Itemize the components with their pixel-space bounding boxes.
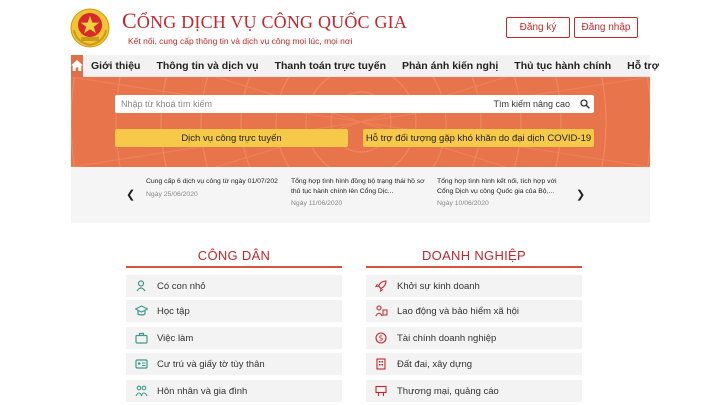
list-item-label: Đất đai, xây dựng: [397, 358, 473, 370]
list-item-label: Cư trú và giấy tờ tùy thân: [157, 358, 265, 370]
baby-icon: [134, 279, 148, 293]
nav-item-info-services[interactable]: Thông tin và dịch vụ: [148, 60, 266, 72]
nav-item-support[interactable]: Hỗ trợ: [619, 60, 667, 72]
citizen-section-divider: [126, 266, 342, 268]
briefcase-icon: [134, 331, 148, 345]
list-item-label: Học tập: [157, 305, 190, 317]
news-item[interactable]: Cung cấp 6 dịch vụ công từ ngày 01/07/20…: [146, 177, 282, 198]
business-section-title[interactable]: DOANH NGHIỆP: [366, 248, 582, 263]
business-item-land-construction[interactable]: Đất đai, xây dựng: [366, 353, 582, 375]
citizen-item-education[interactable]: Học tập: [126, 300, 342, 322]
chevron-left-icon[interactable]: ❮: [126, 188, 135, 201]
list-item-label: Khởi sự kinh doanh: [397, 280, 480, 292]
business-section-divider: [366, 266, 582, 268]
list-item-label: Việc làm: [157, 332, 194, 344]
site-header: CỔNG DỊCH VỤ CÔNG QUỐC GIA Kết nối, cung…: [0, 0, 720, 52]
nav-item-online-payment[interactable]: Thanh toán trực tuyến: [267, 60, 394, 72]
nav-item-about[interactable]: Giới thiệu: [83, 60, 148, 72]
main-nav: Giới thiệu Thông tin và dịch vụ Thanh to…: [71, 54, 659, 77]
chevron-right-icon[interactable]: ❯: [576, 188, 585, 201]
news-title: Tổng hợp tình hình kết nối, tích hợp với…: [437, 178, 557, 195]
advanced-search-link[interactable]: Tìm kiếm nâng cao: [487, 99, 576, 109]
search-bar: Tìm kiếm nâng cao: [115, 95, 594, 113]
list-item-label: Có con nhỏ: [157, 280, 206, 292]
graduation-cap-icon: [134, 304, 148, 318]
portal-title-rest: ỔNG DỊCH VỤ CÔNG QUỐC GIA: [136, 12, 408, 32]
citizen-item-employment[interactable]: Việc làm: [126, 327, 342, 349]
portal-title[interactable]: CỔNG DỊCH VỤ CÔNG QUỐC GIA: [122, 8, 407, 34]
list-item-label: Thương mại, quảng cáo: [397, 385, 499, 397]
news-item[interactable]: Tổng hợp tình hình đồng bộ trạng thái hồ…: [291, 177, 427, 207]
portal-title-initial: C: [122, 8, 137, 33]
home-button[interactable]: [71, 54, 83, 77]
news-carousel: ❮ Cung cấp 6 dịch vụ công từ ngày 01/07/…: [71, 167, 650, 223]
building-icon: [374, 357, 388, 371]
news-title: Cung cấp 6 dịch vụ công từ ngày 01/07/20…: [146, 178, 278, 185]
news-date: Ngày 25/06/2020: [146, 190, 198, 198]
news-title: Tổng hợp tình hình đồng bộ trạng thái hồ…: [291, 178, 425, 195]
business-item-startup[interactable]: Khởi sự kinh doanh: [366, 275, 582, 297]
list-item-label: Tài chính doanh nghiệp: [397, 332, 497, 344]
search-icon[interactable]: [576, 95, 594, 113]
news-item[interactable]: Tổng hợp tình hình kết nối, tích hợp với…: [437, 177, 573, 207]
portal-tagline: Kết nối, cung cấp thông tin và dịch vụ c…: [128, 36, 353, 46]
online-services-button[interactable]: Dịch vụ công trực tuyến: [115, 129, 348, 147]
business-item-finance[interactable]: $ Tài chính doanh nghiệp: [366, 327, 582, 349]
register-button[interactable]: Đăng ký: [506, 17, 570, 38]
rocket-icon: [374, 279, 388, 293]
home-icon: [71, 60, 83, 71]
money-icon: $: [374, 331, 388, 345]
search-input[interactable]: [115, 96, 488, 112]
citizen-item-family[interactable]: Hôn nhân và gia đình: [126, 380, 342, 402]
citizen-item-child[interactable]: Có con nhỏ: [126, 275, 342, 297]
news-date: Ngày 11/06/2020: [291, 200, 343, 208]
svg-text:$: $: [379, 334, 384, 343]
hero-banner: Tìm kiếm nâng cao Dịch vụ công trực tuyế…: [71, 77, 650, 167]
bronze-drum-pattern: [71, 77, 650, 167]
business-item-trade-advertising[interactable]: Thương mại, quảng cáo: [366, 380, 582, 402]
list-item-label: Hôn nhân và gia đình: [157, 385, 248, 397]
list-item-label: Lao động và bảo hiểm xã hội: [397, 305, 520, 317]
nav-item-feedback[interactable]: Phản ánh kiến nghị: [394, 60, 506, 72]
login-button[interactable]: Đăng nhập: [574, 17, 638, 38]
citizen-item-residence[interactable]: Cư trú và giấy tờ tùy thân: [126, 353, 342, 375]
citizen-section-title[interactable]: CÔNG DÂN: [126, 248, 342, 263]
news-date: Ngày 10/06/2020: [437, 200, 489, 208]
worker-icon: [374, 304, 388, 318]
family-icon: [134, 384, 148, 398]
business-item-labor-insurance[interactable]: Lao động và bảo hiểm xã hội: [366, 300, 582, 322]
covid-support-button[interactable]: Hỗ trợ đối tượng gặp khó khăn do đại dịc…: [363, 129, 594, 147]
nav-item-procedures[interactable]: Thủ tục hành chính: [506, 60, 619, 72]
national-emblem-logo[interactable]: [70, 8, 110, 48]
billboard-icon: [374, 384, 388, 398]
id-card-icon: [134, 357, 148, 371]
